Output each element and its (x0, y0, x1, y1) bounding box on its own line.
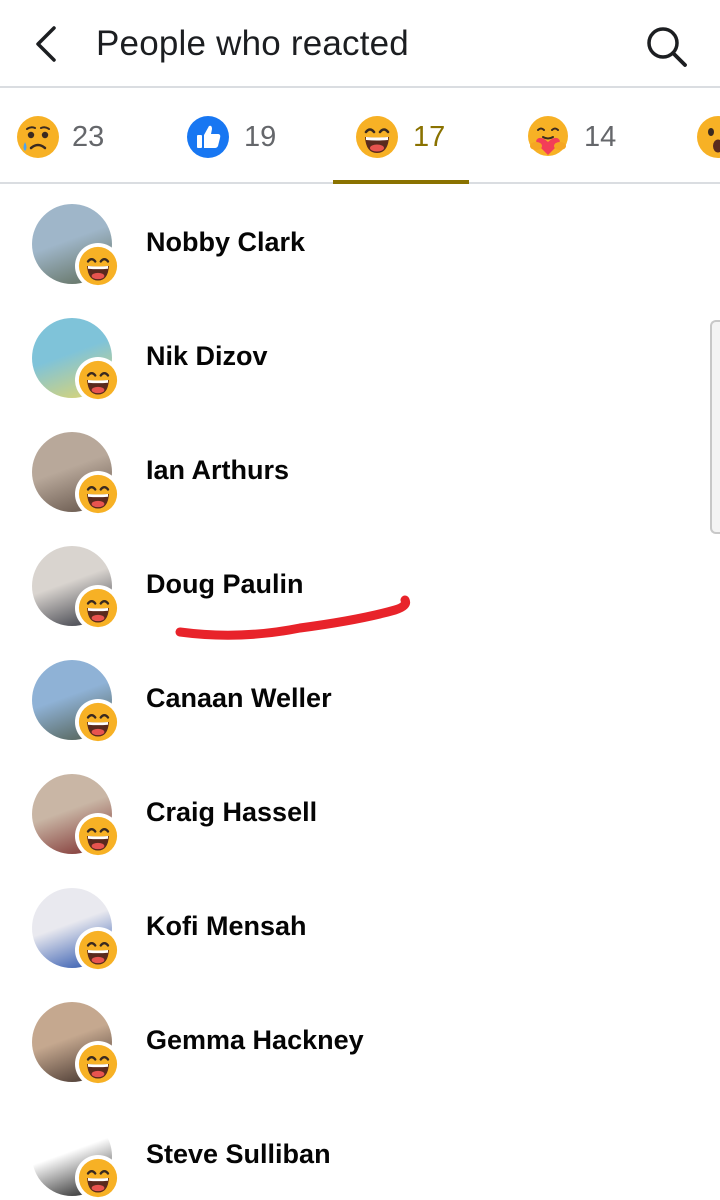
tab-care[interactable]: 14 (510, 90, 646, 182)
back-arrow-icon (36, 26, 56, 62)
person-name[interactable]: Canaan Weller (146, 683, 332, 714)
sad-emoji-icon (17, 116, 59, 158)
page-title: People who reacted (96, 24, 409, 63)
list-item[interactable]: Canaan Weller (0, 642, 720, 756)
person-name[interactable]: Kofi Mensah (146, 911, 307, 942)
search-icon (647, 27, 687, 67)
person-name[interactable]: Steve Sulliban (146, 1139, 331, 1170)
person-name[interactable]: Craig Hassell (146, 797, 317, 828)
laughing-emoji-icon (75, 813, 121, 859)
tab-count: 19 (244, 121, 277, 153)
active-tab-indicator (333, 180, 469, 184)
tab-wow[interactable] (680, 90, 720, 182)
top-bar: People who reacted (0, 0, 720, 88)
tab-count: 17 (413, 121, 446, 153)
person-name[interactable]: Nik Dizov (146, 341, 268, 372)
list-item[interactable]: Doug Paulin (0, 528, 720, 642)
tab-count: 14 (584, 121, 617, 153)
laughing-emoji-icon (75, 471, 121, 517)
wow-emoji-icon (697, 116, 720, 158)
list-item[interactable]: Ian Arthurs (0, 414, 720, 528)
tab-like[interactable]: 19 (170, 90, 306, 182)
laughing-emoji-icon (75, 585, 121, 631)
list-item[interactable]: Craig Hassell (0, 756, 720, 870)
person-name[interactable]: Gemma Hackney (146, 1025, 364, 1056)
list-item[interactable]: Steve Sulliban (0, 1098, 720, 1200)
like-thumb-icon (187, 116, 229, 158)
laughing-emoji-icon (75, 1155, 121, 1200)
back-button[interactable] (26, 22, 70, 66)
list-item[interactable]: Nobby Clark (0, 186, 720, 300)
hug-emoji-icon (528, 116, 568, 156)
search-button[interactable] (640, 20, 692, 72)
list-item[interactable]: Gemma Hackney (0, 984, 720, 1098)
person-name[interactable]: Doug Paulin (146, 569, 304, 600)
tab-haha[interactable]: 17 (333, 90, 469, 182)
laughing-emoji-icon (75, 927, 121, 973)
tab-count: 23 (72, 121, 105, 153)
laughing-emoji-icon (75, 357, 121, 403)
reaction-tabs: 23 19 17 14 (0, 90, 720, 184)
list-item[interactable]: Kofi Mensah (0, 870, 720, 984)
laughing-emoji-icon (356, 116, 398, 158)
person-name[interactable]: Nobby Clark (146, 227, 305, 258)
laughing-emoji-icon (75, 699, 121, 745)
laughing-emoji-icon (75, 243, 121, 289)
laughing-emoji-icon (75, 1041, 121, 1087)
tab-sad[interactable]: 23 (0, 90, 136, 182)
person-name[interactable]: Ian Arthurs (146, 455, 289, 486)
scrollbar[interactable] (710, 320, 720, 534)
list-item[interactable]: Nik Dizov (0, 300, 720, 414)
